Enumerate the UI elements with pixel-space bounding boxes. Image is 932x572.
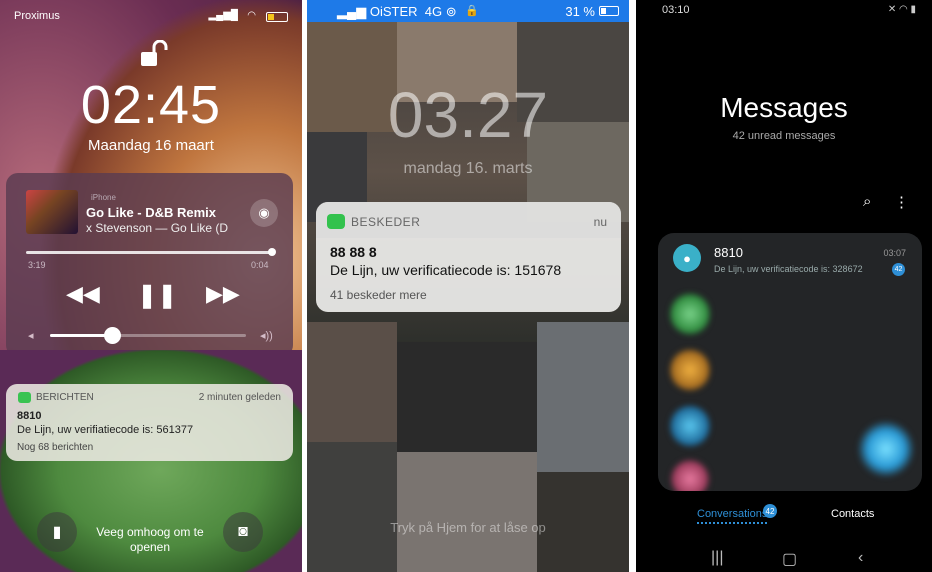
home-icon[interactable]: ▢: [782, 549, 797, 569]
lockscreen-time: 03.27: [387, 79, 549, 151]
notification-sender: 88 88 8: [330, 244, 377, 260]
rewind-icon[interactable]: ◀◀: [66, 281, 100, 307]
notification-body: De Lijn, uw verificatiecode is: 151678: [330, 262, 562, 278]
status-time: 03:10: [662, 4, 690, 16]
blurred-avatar[interactable]: [670, 459, 710, 491]
status-icons: ✕ ◠ ▮: [887, 4, 916, 15]
carrier-label: Proximus: [14, 10, 60, 22]
orientation-lock-icon: 🔒: [465, 5, 479, 17]
tab-conversations[interactable]: Conversations: [697, 508, 768, 524]
remaining-time: 0:04: [251, 260, 269, 270]
compose-button[interactable]: [858, 419, 914, 479]
lockscreen-date: Maandag 16 maart: [88, 137, 214, 154]
conversation-list: ● 8810 De Lijn, uw verificatiecode is: 3…: [658, 233, 922, 491]
notification-more-count: Nog 68 berichten: [17, 442, 94, 453]
playback-scrubber[interactable]: [268, 248, 276, 256]
message-notification[interactable]: BESKEDER nu 88 88 8 De Lijn, uw verifica…: [316, 202, 621, 312]
messages-app-icon: [18, 392, 31, 403]
camera-icon[interactable]: ◙: [223, 512, 263, 552]
back-icon[interactable]: ‹: [858, 549, 863, 567]
tab-contacts[interactable]: Contacts: [831, 508, 874, 520]
lockscreen-ios-danish: ▂▄▆ OiSTER 4G ⊚ 🔒 31 % 03.27 mandag 16. …: [307, 0, 629, 572]
playback-source: iPhone: [91, 193, 116, 202]
notification-time: nu: [593, 215, 607, 229]
unread-badge: 42: [892, 263, 905, 276]
recent-apps-icon[interactable]: |||: [711, 549, 723, 567]
contact-avatar-icon: ●: [673, 244, 701, 272]
conversation-snippet: De Lijn, uw verificatiecode is: 328672: [714, 264, 863, 274]
lockscreen-date: mandag 16. marts: [403, 160, 533, 177]
conversation-time: 03:07: [883, 248, 906, 258]
notification-more-count: 41 beskeder mere: [330, 288, 427, 302]
blurred-avatar[interactable]: [670, 347, 710, 393]
samsung-messages-app: 03:10 ✕ ◠ ▮ Messages 42 unread messages …: [636, 0, 932, 572]
playback-progress-bar[interactable]: [26, 251, 274, 254]
pause-icon[interactable]: ❚❚: [137, 281, 177, 310]
message-notification[interactable]: BERICHTEN 2 minuten geleden 8810 De Lijn…: [6, 384, 293, 461]
battery-icon: [599, 6, 619, 16]
notification-app-name: BERICHTEN: [36, 392, 94, 403]
album-art: [26, 190, 78, 234]
notification-app-name: BESKEDER: [351, 215, 421, 229]
volume-high-icon: ◂)): [260, 330, 273, 342]
page-title: Messages: [720, 92, 848, 123]
flashlight-icon[interactable]: ▮: [37, 512, 77, 552]
notification-time: 2 minuten geleden: [198, 392, 281, 403]
search-icon[interactable]: ⌕: [863, 193, 871, 210]
volume-low-icon: ◂: [28, 330, 34, 342]
music-player-widget[interactable]: iPhone Go Like - D&B Remix x Stevenson —…: [6, 173, 293, 357]
lockscreen-time: 02:45: [80, 75, 222, 135]
track-title: Go Like - D&B Remix: [86, 205, 217, 220]
carrier-network: ▂▄▆ OiSTER 4G ⊚: [337, 4, 457, 19]
status-bar: Proximus ▂▄▆█ ◠: [14, 10, 288, 24]
more-options-icon[interactable]: ⋮: [894, 193, 909, 211]
signal-icon: ▂▄▆█: [208, 10, 238, 21]
battery-percent: 31 %: [565, 4, 595, 19]
lockscreen-ios-dutch: Proximus ▂▄▆█ ◠ 02:45 Maandag 16 maart i…: [0, 0, 302, 572]
unread-count: 42 unread messages: [732, 130, 836, 142]
unlocked-padlock-icon: [141, 40, 168, 66]
swipe-up-hint: Veeg omhoog om te openen: [96, 525, 204, 554]
volume-knob[interactable]: [104, 327, 121, 344]
fast-forward-icon[interactable]: ▶▶: [206, 281, 240, 307]
conversation-name: 8810: [714, 245, 743, 260]
track-artist: x Stevenson — Go Like (D: [86, 221, 229, 235]
unlock-hint: Tryk på Hjem for at låse op: [390, 520, 546, 535]
status-bar: ▂▄▆ OiSTER 4G ⊚ 🔒 31 %: [307, 0, 629, 22]
tab-unread-badge: 42: [763, 504, 777, 518]
elapsed-time: 3:19: [28, 260, 46, 270]
messages-app-icon: [327, 214, 345, 229]
notification-body: De Lijn, uw verifiatiecode is: 561377: [17, 424, 194, 436]
notification-sender: 8810: [17, 410, 42, 422]
airplay-icon[interactable]: ◉: [250, 199, 278, 227]
blurred-avatar[interactable]: [670, 291, 710, 337]
wifi-icon: ◠: [247, 10, 256, 21]
battery-icon: [266, 12, 288, 22]
blurred-avatar[interactable]: [670, 403, 710, 449]
